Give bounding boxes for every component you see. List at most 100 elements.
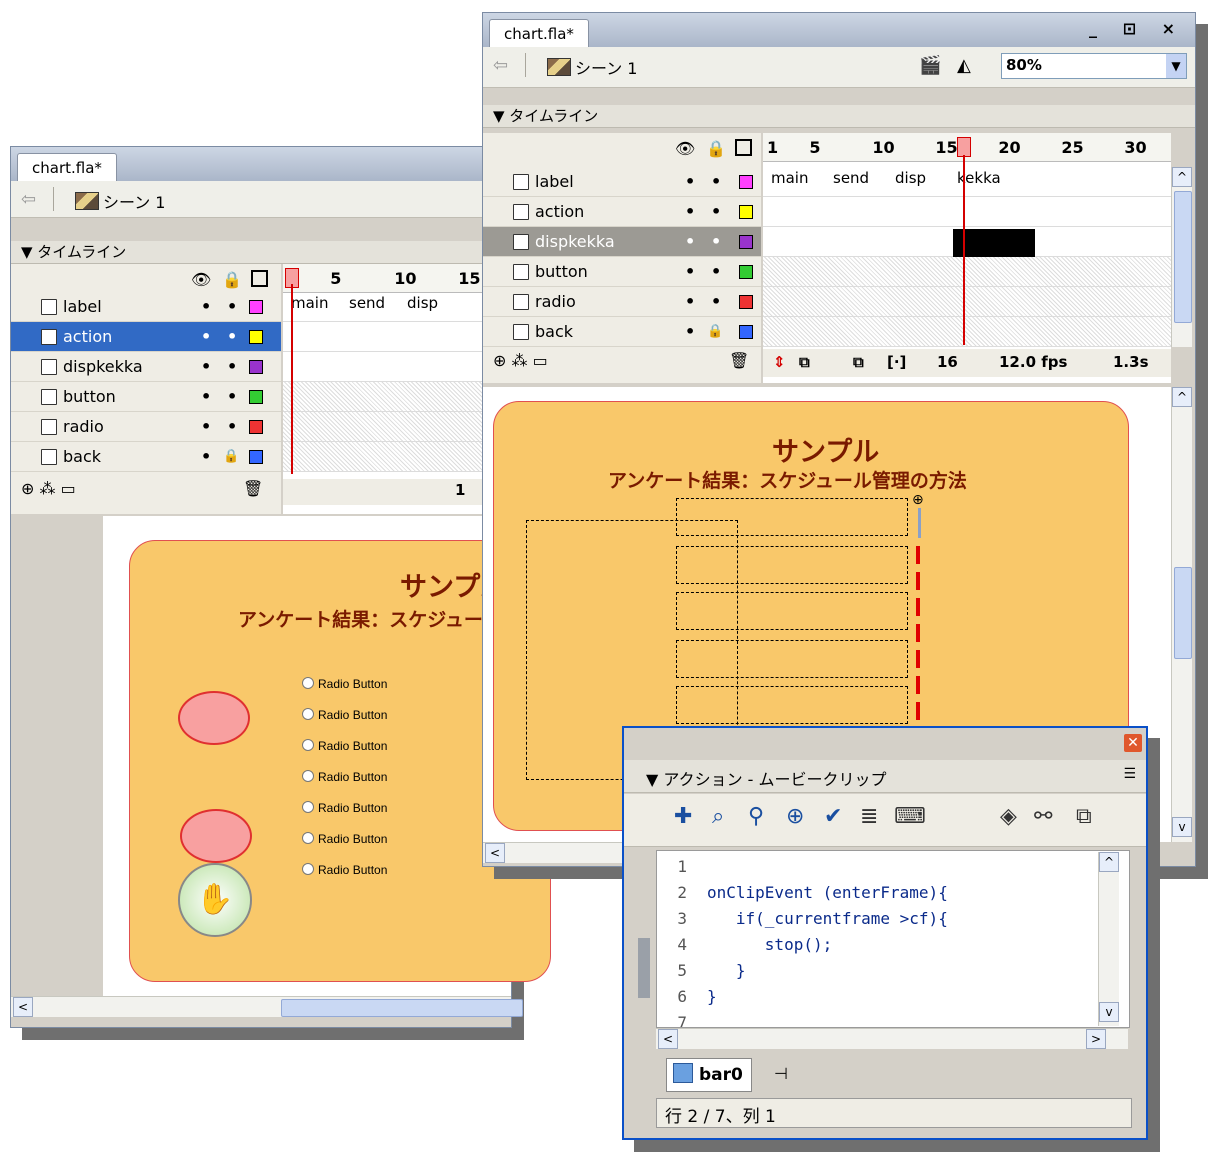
- debug-options-icon[interactable]: ⚯: [1034, 804, 1052, 829]
- frame-label[interactable]: send: [833, 169, 869, 187]
- zoom-select[interactable]: 80% ▼: [1001, 53, 1187, 79]
- bar-clip[interactable]: [676, 498, 908, 536]
- modify-markers-icon[interactable]: [·]: [887, 353, 906, 371]
- visibility-dot[interactable]: •: [201, 442, 211, 471]
- visibility-dot[interactable]: •: [201, 352, 211, 381]
- code-vertical-scrollbar[interactable]: ^ v: [1098, 852, 1119, 1026]
- pink-oval-button[interactable]: [178, 691, 250, 745]
- pink-oval-button[interactable]: [180, 809, 252, 863]
- lock-dot[interactable]: •: [711, 197, 721, 226]
- scroll-left-button[interactable]: <: [13, 997, 33, 1017]
- frame-row[interactable]: [763, 257, 1171, 287]
- onion-skin-icon[interactable]: ⇕: [773, 353, 786, 371]
- layer-color-swatch[interactable]: [249, 420, 263, 434]
- code-line[interactable]: 4 stop();: [657, 935, 1097, 959]
- stage-scroll-thumb[interactable]: [1174, 567, 1192, 659]
- view-options-icon[interactable]: ⧉: [1076, 804, 1092, 829]
- visibility-dot[interactable]: •: [201, 382, 211, 411]
- layer-row-dispkekka[interactable]: dispkekka • •: [483, 227, 761, 257]
- radio-button[interactable]: Radio Button: [302, 832, 387, 846]
- layer-row-action[interactable]: action • •: [483, 197, 761, 227]
- layer-color-swatch[interactable]: [249, 300, 263, 314]
- registration-point-icon[interactable]: ⊕: [912, 492, 924, 508]
- layer-row-radio[interactable]: radio • •: [11, 412, 281, 442]
- panel-menu-icon[interactable]: ☰: [1123, 766, 1136, 782]
- layer-row-action[interactable]: action • •: [11, 322, 281, 352]
- frame-row[interactable]: [283, 412, 511, 442]
- back-arrow-icon[interactable]: ⇦: [21, 189, 36, 210]
- add-guide-icon[interactable]: ⁂: [512, 351, 528, 370]
- code-line[interactable]: 5 }: [657, 961, 1097, 985]
- close-icon[interactable]: ✕: [1124, 734, 1142, 752]
- auto-format-icon[interactable]: ≣: [860, 804, 878, 829]
- front-document-tab[interactable]: chart.fla*: [489, 19, 589, 48]
- layer-row-button[interactable]: button • •: [483, 257, 761, 287]
- visibility-dot[interactable]: •: [201, 322, 211, 351]
- layer-color-swatch[interactable]: [739, 295, 753, 309]
- radio-button[interactable]: Radio Button: [302, 770, 387, 784]
- stage-vertical-scrollbar[interactable]: ^ v: [1171, 387, 1192, 842]
- frame-row[interactable]: [763, 287, 1171, 317]
- frame-row[interactable]: [763, 317, 1171, 347]
- outline-icon[interactable]: [735, 139, 753, 156]
- lock-dot[interactable]: •: [711, 257, 721, 286]
- radio-button[interactable]: Radio Button: [302, 708, 387, 722]
- layer-row-back[interactable]: back • 🔒: [11, 442, 281, 472]
- layer-row-radio[interactable]: radio • •: [483, 287, 761, 317]
- visibility-dot[interactable]: •: [685, 227, 695, 256]
- layer-color-swatch[interactable]: [739, 175, 753, 189]
- lock-dot[interactable]: •: [227, 322, 237, 351]
- scroll-left-button[interactable]: <: [658, 1029, 678, 1049]
- lock-dot[interactable]: •: [227, 412, 237, 441]
- code-line[interactable]: 7: [657, 1013, 1097, 1027]
- frame-label[interactable]: disp: [407, 294, 438, 312]
- layer-row-label[interactable]: label • •: [11, 292, 281, 322]
- pin-script-icon[interactable]: ⊣: [774, 1064, 788, 1083]
- replace-icon[interactable]: ⚲: [748, 804, 764, 829]
- layer-color-swatch[interactable]: [739, 265, 753, 279]
- edit-scene-icon[interactable]: 🎬: [919, 55, 941, 76]
- add-folder-icon[interactable]: ▭: [61, 479, 76, 498]
- code-hint-icon[interactable]: ⌨: [894, 804, 926, 829]
- eye-icon[interactable]: 👁: [191, 270, 211, 289]
- layer-color-swatch[interactable]: [249, 390, 263, 404]
- edit-multiple-icon[interactable]: ⧉: [853, 353, 864, 371]
- layer-row-back[interactable]: back • 🔒: [483, 317, 761, 347]
- selected-keyframe-span[interactable]: [953, 229, 1035, 257]
- back-scroll-thumb[interactable]: [281, 999, 523, 1017]
- visibility-dot[interactable]: •: [685, 287, 695, 316]
- lock-dot[interactable]: •: [227, 352, 237, 381]
- scroll-down-button[interactable]: v: [1172, 817, 1192, 837]
- add-layer-icon[interactable]: ⊕: [493, 351, 506, 370]
- add-folder-icon[interactable]: ▭: [533, 351, 548, 370]
- onion-outline-icon[interactable]: ⧉: [799, 353, 810, 371]
- script-tab-bar0[interactable]: bar0: [666, 1058, 752, 1092]
- frame-label[interactable]: main: [771, 169, 808, 187]
- lock-dot[interactable]: •: [227, 292, 237, 321]
- lock-dot[interactable]: •: [711, 287, 721, 316]
- frame-row[interactable]: [283, 352, 511, 382]
- check-syntax-icon[interactable]: ✔: [824, 804, 842, 829]
- delete-layer-icon[interactable]: 🗑: [729, 351, 749, 370]
- visibility-dot[interactable]: •: [685, 167, 695, 196]
- frame-label[interactable]: main: [291, 294, 328, 312]
- layer-color-swatch[interactable]: [739, 235, 753, 249]
- lock-dot[interactable]: •: [227, 382, 237, 411]
- code-line[interactable]: 2 onClipEvent (enterFrame){: [657, 883, 1097, 907]
- code-line[interactable]: 6}: [657, 987, 1097, 1011]
- code-line[interactable]: 3 if(_currentframe >cf){: [657, 909, 1097, 933]
- lock-dot[interactable]: •: [711, 227, 721, 256]
- scroll-up-button[interactable]: ^: [1172, 387, 1192, 407]
- layer-color-swatch[interactable]: [249, 330, 263, 344]
- visibility-dot[interactable]: •: [201, 412, 211, 441]
- find-icon[interactable]: ⌕: [712, 804, 724, 829]
- front-scene-label[interactable]: シーン 1: [547, 55, 637, 79]
- visibility-dot[interactable]: •: [201, 292, 211, 321]
- radio-button[interactable]: Radio Button: [302, 677, 387, 691]
- add-guide-icon[interactable]: ⁂: [40, 479, 56, 498]
- layer-color-swatch[interactable]: [739, 205, 753, 219]
- target-path-icon[interactable]: ⊕: [786, 804, 804, 829]
- back-arrow-icon[interactable]: ⇦: [493, 55, 508, 76]
- scroll-up-button[interactable]: ^: [1099, 852, 1119, 872]
- frame-row[interactable]: [283, 322, 511, 352]
